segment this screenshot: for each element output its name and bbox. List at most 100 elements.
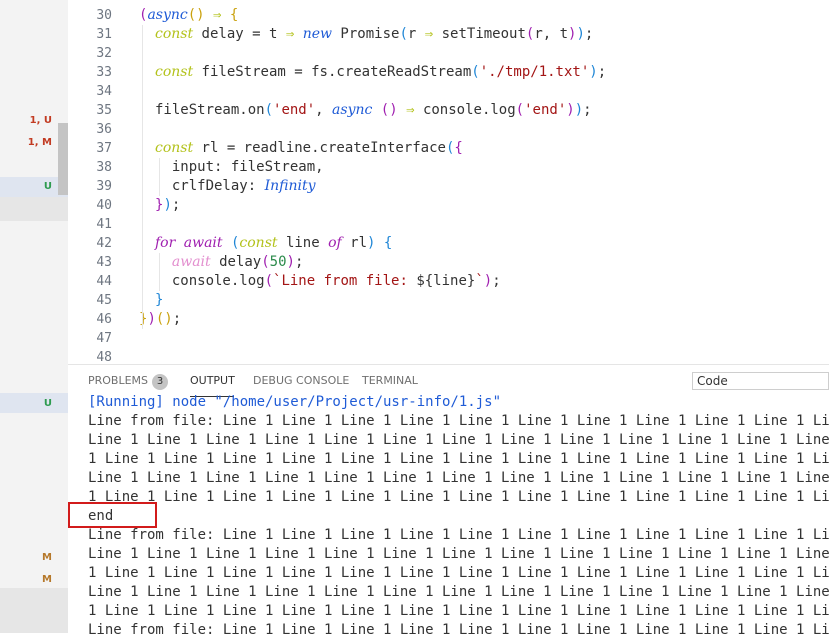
line-number: 36	[96, 122, 112, 137]
code-text: const fileStream = fs.createReadStream('…	[155, 63, 606, 82]
output-channel-select[interactable]: Code	[692, 372, 829, 390]
tab-terminal[interactable]: TERMINAL	[362, 373, 418, 389]
line-number: 44	[96, 274, 112, 289]
gutter-highlight-row	[0, 588, 68, 633]
line-number: 32	[96, 46, 112, 61]
code-text: console.log(`Line from file: ${line}`);	[155, 272, 501, 291]
line-number: 33	[96, 65, 112, 80]
line-number: 43	[96, 255, 112, 270]
code-token: console.log	[414, 102, 516, 118]
code-token: Promise	[332, 26, 400, 42]
code-token: line	[277, 235, 329, 251]
code-text: const delay = t ⇒ new Promise(r ⇒ setTim…	[155, 25, 593, 44]
output-line: Line from file: Line 1 Line 1 Line 1 Lin…	[88, 527, 829, 543]
code-token: setTimeout	[433, 26, 526, 42]
code-text: const rl = readline.createInterface({	[155, 139, 463, 158]
code-editor[interactable]: 30 (async() ⇒ {31 const delay = t ⇒ new Pr…	[68, 0, 829, 364]
line-number: 40	[96, 198, 112, 213]
line-number: 42	[96, 236, 112, 251]
output-line: end	[88, 508, 114, 524]
code-text: })();	[139, 310, 181, 329]
code-token: rl	[341, 235, 368, 251]
code-token: Infinity	[264, 178, 316, 194]
code-line[interactable]: 32	[68, 44, 829, 63]
line-number: 31	[96, 27, 112, 42]
code-token: ;	[492, 273, 501, 289]
line-number: 34	[96, 84, 112, 99]
code-token: ()	[187, 7, 205, 23]
code-token: const	[155, 64, 194, 80]
code-token: {	[229, 7, 239, 23]
code-token: (	[515, 102, 525, 118]
code-token: './tmp/1.txt'	[479, 64, 590, 80]
code-line[interactable]: 44 console.log(`Line from file: ${line}`…	[68, 272, 829, 291]
code-token: {	[454, 140, 463, 156]
output-line: Line from file: Line 1 Line 1 Line 1 Lin…	[88, 622, 829, 634]
code-line[interactable]: 48	[68, 348, 829, 364]
file-status-marker: U	[43, 181, 52, 192]
line-number: 39	[96, 179, 112, 194]
code-line[interactable]: 33 const fileStream = fs.createReadStream…	[68, 63, 829, 82]
code-text: await delay(50);	[155, 253, 304, 272]
code-token: )	[163, 197, 172, 213]
code-token: (	[264, 273, 274, 289]
code-token: (	[261, 254, 270, 270]
code-line[interactable]: 43 await delay(50);	[68, 253, 829, 272]
code-line[interactable]: 42 for await (const line of rl) {	[68, 234, 829, 253]
code-token: (	[399, 26, 408, 42]
code-line[interactable]: 41	[68, 215, 829, 234]
line-number: 41	[96, 217, 112, 232]
tab-debug-console[interactable]: DEBUG CONSOLE	[253, 373, 349, 389]
indent-guide	[159, 158, 160, 196]
code-line[interactable]: 38 input: fileStream,	[68, 158, 829, 177]
output-run-command: [Running] node "/home/user/Project/usr-i…	[88, 394, 502, 410]
code-line[interactable]: 30 (async() ⇒ {	[68, 6, 829, 25]
tab-output[interactable]: OUTPUT	[190, 373, 235, 389]
tab-label: PROBLEMS	[88, 374, 149, 387]
line-number: 30	[96, 8, 112, 23]
code-token: const	[155, 26, 194, 42]
code-token: of	[328, 235, 342, 251]
code-line[interactable]: 36	[68, 120, 829, 139]
tab-problems[interactable]: PROBLEMS 3	[88, 373, 169, 390]
code-token: ;	[584, 26, 594, 42]
code-token: )	[576, 26, 585, 42]
code-token: `Line from file:	[273, 273, 417, 289]
gutter-highlight-row	[0, 197, 68, 221]
file-status-marker: 1, U	[29, 115, 52, 126]
line-number: 46	[96, 312, 112, 327]
line-number: 38	[96, 160, 112, 175]
output-line: Line 1 Line 1 Line 1 Line 1 Line 1 Line …	[88, 432, 829, 448]
code-token: ⇒	[406, 102, 415, 118]
code-line[interactable]: 40});	[68, 196, 829, 215]
code-token: 50	[269, 254, 287, 270]
output-line: 1 Line 1 Line 1 Line 1 Line 1 Line 1 Lin…	[88, 451, 829, 467]
tab-label: OUTPUT	[190, 374, 235, 387]
code-line[interactable]: 35 fileStream.on('end', async () ⇒ consol…	[68, 101, 829, 120]
code-token: ⇒	[285, 26, 295, 42]
code-line[interactable]: 34	[68, 82, 829, 101]
code-text: for await (const line of rl) {	[155, 234, 392, 253]
code-line[interactable]: 47	[68, 329, 829, 348]
code-token: )	[286, 254, 295, 270]
code-token: (	[264, 102, 274, 118]
code-token: console.log	[155, 273, 265, 289]
code-token: const	[155, 140, 194, 156]
code-token: input: fileStream,	[155, 159, 324, 175]
tab-label: TERMINAL	[362, 374, 418, 387]
code-line[interactable]: 39 crlfDelay: Infinity	[68, 177, 829, 196]
code-line[interactable]: 46 })();	[68, 310, 829, 329]
code-token: 'end'	[273, 102, 316, 118]
code-line[interactable]: 37 const rl = readline.createInterface({	[68, 139, 829, 158]
output-line: 1 Line 1 Line 1 Line 1 Line 1 Line 1 Lin…	[88, 603, 829, 619]
tab-label: DEBUG CONSOLE	[253, 374, 350, 387]
code-line[interactable]: 31 const delay = t ⇒ new Promise(r ⇒ setT…	[68, 25, 829, 44]
output-view[interactable]: [Running] node "/home/user/Project/usr-i…	[88, 393, 829, 634]
code-token: }	[155, 292, 164, 308]
code-line[interactable]: 45}	[68, 291, 829, 310]
code-token: async	[332, 102, 373, 118]
